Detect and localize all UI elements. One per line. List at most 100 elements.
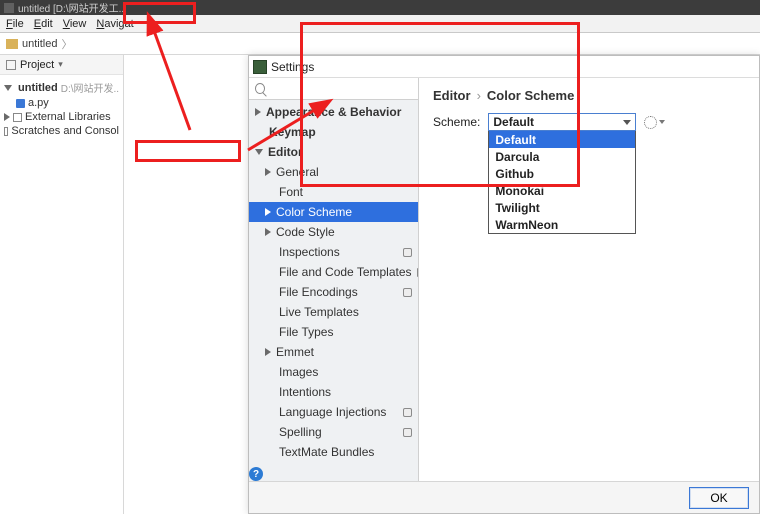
project-scope-icon [403,288,412,297]
dialog-button-bar: OK [249,481,759,513]
tree-label: Editor [268,145,303,159]
tree-node-textmate[interactable]: TextMate Bundles [249,442,418,462]
tree-label: Intentions [279,385,331,399]
tree-label: File and Code Templates [279,265,412,279]
tree-expand-icon[interactable] [265,228,271,236]
tree-row-root[interactable]: untitled D:\网站开发... [4,79,119,96]
combo-option-twilight[interactable]: Twilight [489,199,635,216]
tree-label: Color Scheme [276,205,352,219]
menu-edit[interactable]: Edit [34,18,53,30]
tree-label: Code Style [276,225,335,239]
menubar: File Edit View Navigat [0,15,760,33]
tree-label: Images [279,365,318,379]
settings-dialog: Settings Appearance & Behavior [248,55,760,514]
tree-expand-icon[interactable] [265,348,271,356]
ok-button[interactable]: OK [689,487,749,509]
tree-label: Spelling [279,425,322,439]
path-segment[interactable]: untitled [22,38,57,50]
project-tool-window: Project ▾ untitled D:\网站开发... a.py Exter… [0,55,124,514]
combo-dropdown: Default Darcula Github Monokai Twilight … [488,131,636,234]
combo-option-github[interactable]: Github [489,165,635,182]
folder-icon [6,39,18,49]
dialog-titlebar[interactable]: Settings [249,56,759,78]
tree-expand-icon[interactable] [265,168,271,176]
tree-expand-icon[interactable] [265,208,271,216]
project-tree[interactable]: untitled D:\网站开发... a.py External Librar… [0,75,123,142]
window-titlebar: untitled [D:\网站开发工... [0,0,760,15]
help-icon[interactable]: ? [249,467,263,481]
project-scope-icon [403,248,412,257]
tree-row-scratches[interactable]: Scratches and Consol [4,124,119,138]
tree-label: Emmet [276,345,314,359]
scheme-label: Scheme: [433,115,480,129]
project-scope-icon [403,428,412,437]
settings-content-panel: Editor › Color Scheme Scheme: Default [419,78,759,481]
tree-label: File Encodings [279,285,358,299]
menu-file[interactable]: File [6,18,24,30]
tree-label: External Libraries [25,111,111,123]
tree-label: File Types [279,325,333,339]
chevron-down-icon [623,120,631,125]
tree-node-editor[interactable]: Editor [249,142,418,162]
tree-expand-icon[interactable] [4,113,10,121]
navigation-bar: untitled 〉 [0,33,760,55]
tree-node-color-scheme[interactable]: Color Scheme [249,202,418,222]
tree-node-templates[interactable]: File and Code Templates [249,262,418,282]
editor-area: Settings Appearance & Behavior [124,55,760,514]
combo-option-monokai[interactable]: Monokai [489,182,635,199]
tree-expand-icon[interactable] [4,85,12,91]
tree-node-inspections[interactable]: Inspections [249,242,418,262]
tree-node-code-style[interactable]: Code Style [249,222,418,242]
scheme-combo[interactable]: Default Default Darcula Github Monokai T… [488,113,636,234]
crumb-editor[interactable]: Editor [433,88,471,103]
tree-node-encodings[interactable]: File Encodings [249,282,418,302]
tree-node-keymap[interactable]: Keymap [249,122,418,142]
tree-label: untitled [18,82,58,94]
tree-node-file-types[interactable]: File Types [249,322,418,342]
chevron-right-icon: › [477,88,481,103]
gear-icon[interactable] [644,116,657,129]
project-toolwindow-icon [6,60,16,70]
tree-label: Live Templates [279,305,359,319]
combo-option-default[interactable]: Default [489,131,635,148]
python-file-icon [16,99,25,108]
tree-node-intentions[interactable]: Intentions [249,382,418,402]
tree-node-spelling[interactable]: Spelling [249,422,418,442]
window-title: untitled [D:\网站开发工... [18,0,127,15]
menu-view[interactable]: View [63,18,87,30]
combo-display[interactable]: Default [488,113,636,131]
tree-node-emmet[interactable]: Emmet [249,342,418,362]
tree-label: Font [279,185,303,199]
tree-label: Language Injections [279,405,386,419]
scratches-icon [4,127,8,136]
combo-option-warmneon[interactable]: WarmNeon [489,216,635,233]
search-input[interactable] [268,82,412,96]
project-scope-icon [403,408,412,417]
tree-row-ext-libs[interactable]: External Libraries [4,110,119,124]
chevron-right-icon: 〉 [61,36,72,52]
tree-expand-icon[interactable] [255,149,263,155]
tree-node-font[interactable]: Font [249,182,418,202]
tree-node-general[interactable]: General [249,162,418,182]
settings-search[interactable] [249,78,418,100]
search-icon [255,83,265,94]
combo-value: Default [493,115,534,129]
tree-expand-icon[interactable] [255,108,261,116]
tree-node-images[interactable]: Images [249,362,418,382]
menu-navigate[interactable]: Navigat [96,18,133,30]
project-scope-icon [417,268,418,277]
settings-tree[interactable]: Appearance & Behavior Keymap Editor Gene… [249,100,418,467]
crumb-color-scheme: Color Scheme [487,88,574,103]
button-label: OK [710,491,727,505]
tree-hint: D:\网站开发... [61,80,119,95]
tree-node-live-templates[interactable]: Live Templates [249,302,418,322]
help-row: ? [249,467,418,481]
dialog-title: Settings [271,60,314,74]
tree-row-file[interactable]: a.py [4,96,119,110]
tree-node-appearance[interactable]: Appearance & Behavior [249,102,418,122]
chevron-down-icon[interactable]: ▾ [58,59,63,70]
combo-option-darcula[interactable]: Darcula [489,148,635,165]
tree-label: Keymap [269,125,316,139]
tree-node-lang-injections[interactable]: Language Injections [249,402,418,422]
tree-label: Inspections [279,245,340,259]
